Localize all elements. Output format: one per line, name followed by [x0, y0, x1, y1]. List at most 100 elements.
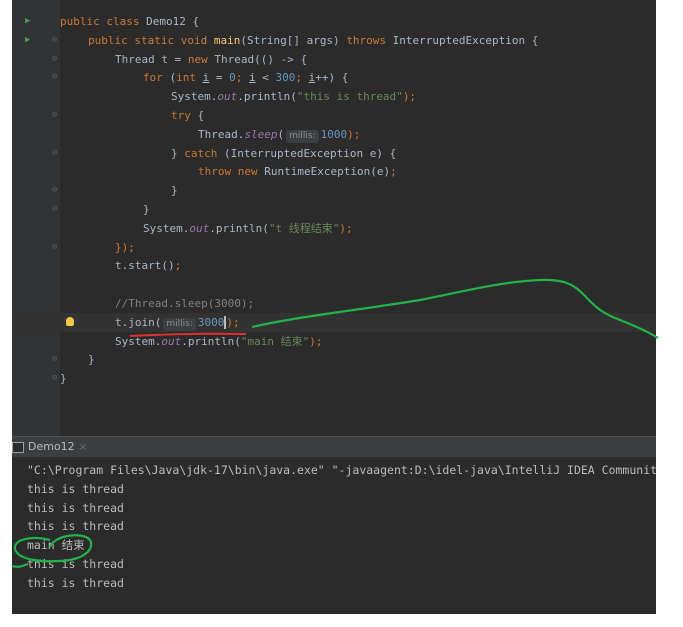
code-token: < [255, 71, 276, 85]
parameter-hint: millis: [163, 317, 196, 331]
fold-icon[interactable]: ⊖ [52, 50, 57, 69]
code-token: "main 结束" [240, 334, 310, 348]
code-line[interactable]: ⊖} [12, 181, 656, 200]
code-token: { [197, 109, 205, 122]
code-token: 3000 [197, 315, 225, 329]
code-line[interactable]: Thread.sleep(millis: 1000); [12, 125, 656, 144]
code-token: i [249, 71, 256, 85]
code-token: for [143, 71, 170, 85]
code-token: catch [184, 146, 224, 160]
code-line[interactable]: throw new RuntimeException(e); [12, 162, 656, 181]
ide-window: ▶ public class Demo12 { ▶ ⊖ public static vo… [12, 0, 656, 614]
run-icon[interactable]: ▶ [25, 31, 30, 50]
code-token: t.join( [115, 315, 162, 329]
code-text: } [143, 200, 150, 219]
code-token: new [187, 52, 215, 66]
code-text: System.out.println("t 线程结束"); [143, 219, 353, 238]
code-token: ); [339, 221, 353, 235]
code-token: public [60, 15, 107, 28]
console-line: this is thread [27, 481, 124, 496]
code-token: ); [226, 315, 240, 329]
console-line: this is thread [27, 519, 124, 534]
code-token: ++) { [315, 71, 349, 85]
code-line[interactable]: ⊖} [12, 350, 656, 369]
code-token: }); [115, 240, 135, 254]
code-text: } [88, 350, 95, 369]
code-line[interactable]: ⊖} [12, 200, 656, 219]
code-text: System.out.println("main 结束"); [115, 332, 322, 351]
code-token: static [134, 33, 181, 47]
code-token: sleep [244, 127, 278, 141]
code-line[interactable]: ⊖ try { [12, 106, 656, 125]
code-line[interactable]: t.start(); [12, 256, 656, 275]
code-token: ; [174, 259, 182, 273]
code-line[interactable]: ▶ public class Demo12 { [12, 12, 656, 31]
code-token: 300 [275, 71, 296, 85]
code-line[interactable]: //Thread.sleep(3000); [12, 294, 656, 313]
code-token: } [88, 353, 95, 367]
run-tab[interactable]: Demo12 × [12, 437, 93, 457]
code-token: t.start() [115, 259, 175, 273]
code-token: "t 线程结束" [268, 221, 340, 235]
fold-icon[interactable]: ⊖ [52, 31, 57, 50]
code-line[interactable]: System.out.println("main 结束"); [12, 332, 656, 351]
code-line[interactable]: t.join(millis: 3000); [12, 312, 656, 332]
code-text: t.join(millis: 3000); [115, 313, 240, 332]
bulb-icon[interactable] [66, 316, 74, 326]
close-icon[interactable]: × [79, 442, 87, 453]
console-output[interactable]: "C:\Program Files\Java\jdk-17\bin\java.e… [12, 457, 656, 614]
code-token: new [237, 165, 265, 179]
console-line: "C:\Program Files\Java\jdk-17\bin\java.e… [27, 463, 656, 477]
code-line[interactable]: ⊖} catch (InterruptedException e) { [12, 144, 656, 163]
code-token: (String[] args) [240, 33, 347, 47]
code-token: RuntimeException(e) [264, 165, 391, 179]
code-token: System. [171, 90, 218, 104]
fold-icon[interactable]: ⊖ [52, 350, 57, 369]
fold-icon[interactable]: ⊖ [52, 369, 57, 388]
code-token: ); [309, 334, 323, 348]
code-token: throws [346, 33, 393, 47]
code-token: InterruptedException { [392, 33, 539, 47]
run-icon[interactable]: ▶ [25, 12, 30, 31]
code-line[interactable]: ⊖} [12, 369, 656, 388]
code-token: throw [198, 165, 238, 179]
code-token: Thread t = [115, 52, 188, 66]
code-text: //Thread.sleep(3000); [115, 294, 254, 313]
code-token: Thread. [198, 127, 245, 141]
code-token: //Thread.sleep(3000); [115, 297, 255, 310]
fold-icon[interactable]: ⊖ [52, 106, 57, 125]
code-token: Demo12 { [146, 15, 200, 28]
code-line[interactable] [12, 275, 656, 294]
code-token: .println( [237, 90, 297, 104]
console-line: this is thread [27, 557, 124, 571]
code-line[interactable]: ⊖ for (int i = 0; i < 300; i++) { [12, 68, 656, 87]
code-line[interactable]: ▶ ⊖ public static void main(String[] args)… [12, 31, 656, 50]
run-tab-label: Demo12 [28, 440, 75, 453]
console-line: this is thread [27, 575, 124, 590]
code-token: = [209, 71, 230, 85]
code-token: public [88, 33, 135, 47]
code-token: } [143, 203, 150, 216]
code-token: } [60, 372, 67, 386]
fold-icon[interactable]: ⊖ [52, 144, 57, 163]
console-tab-icon [12, 441, 24, 453]
fold-icon[interactable]: ⊖ [52, 181, 57, 200]
code-token: 1000 [320, 127, 348, 141]
fold-icon[interactable]: ⊖ [52, 200, 57, 219]
code-token: System. [115, 334, 162, 348]
code-token: .println( [209, 221, 269, 235]
code-token: class [106, 15, 147, 28]
code-line[interactable]: ⊖ Thread t = new Thread(() -> { [12, 50, 656, 69]
code-token: .println( [181, 334, 241, 348]
code-text: System.out.println("this is thread"); [171, 87, 416, 106]
code-line[interactable]: System.out.println("this is thread"); [12, 87, 656, 106]
code-line[interactable]: ⊖}); [12, 238, 656, 257]
fold-icon[interactable]: ⊖ [52, 68, 57, 87]
fold-icon[interactable]: ⊖ [52, 238, 57, 257]
code-token: ; [295, 71, 309, 85]
code-token: ; [235, 71, 249, 85]
code-token: } [171, 146, 185, 160]
code-text: public static void main(String[] args) t… [88, 31, 538, 50]
code-editor[interactable]: ▶ public class Demo12 { ▶ ⊖ public static vo… [12, 0, 656, 436]
code-line[interactable]: System.out.println("t 线程结束"); [12, 219, 656, 238]
